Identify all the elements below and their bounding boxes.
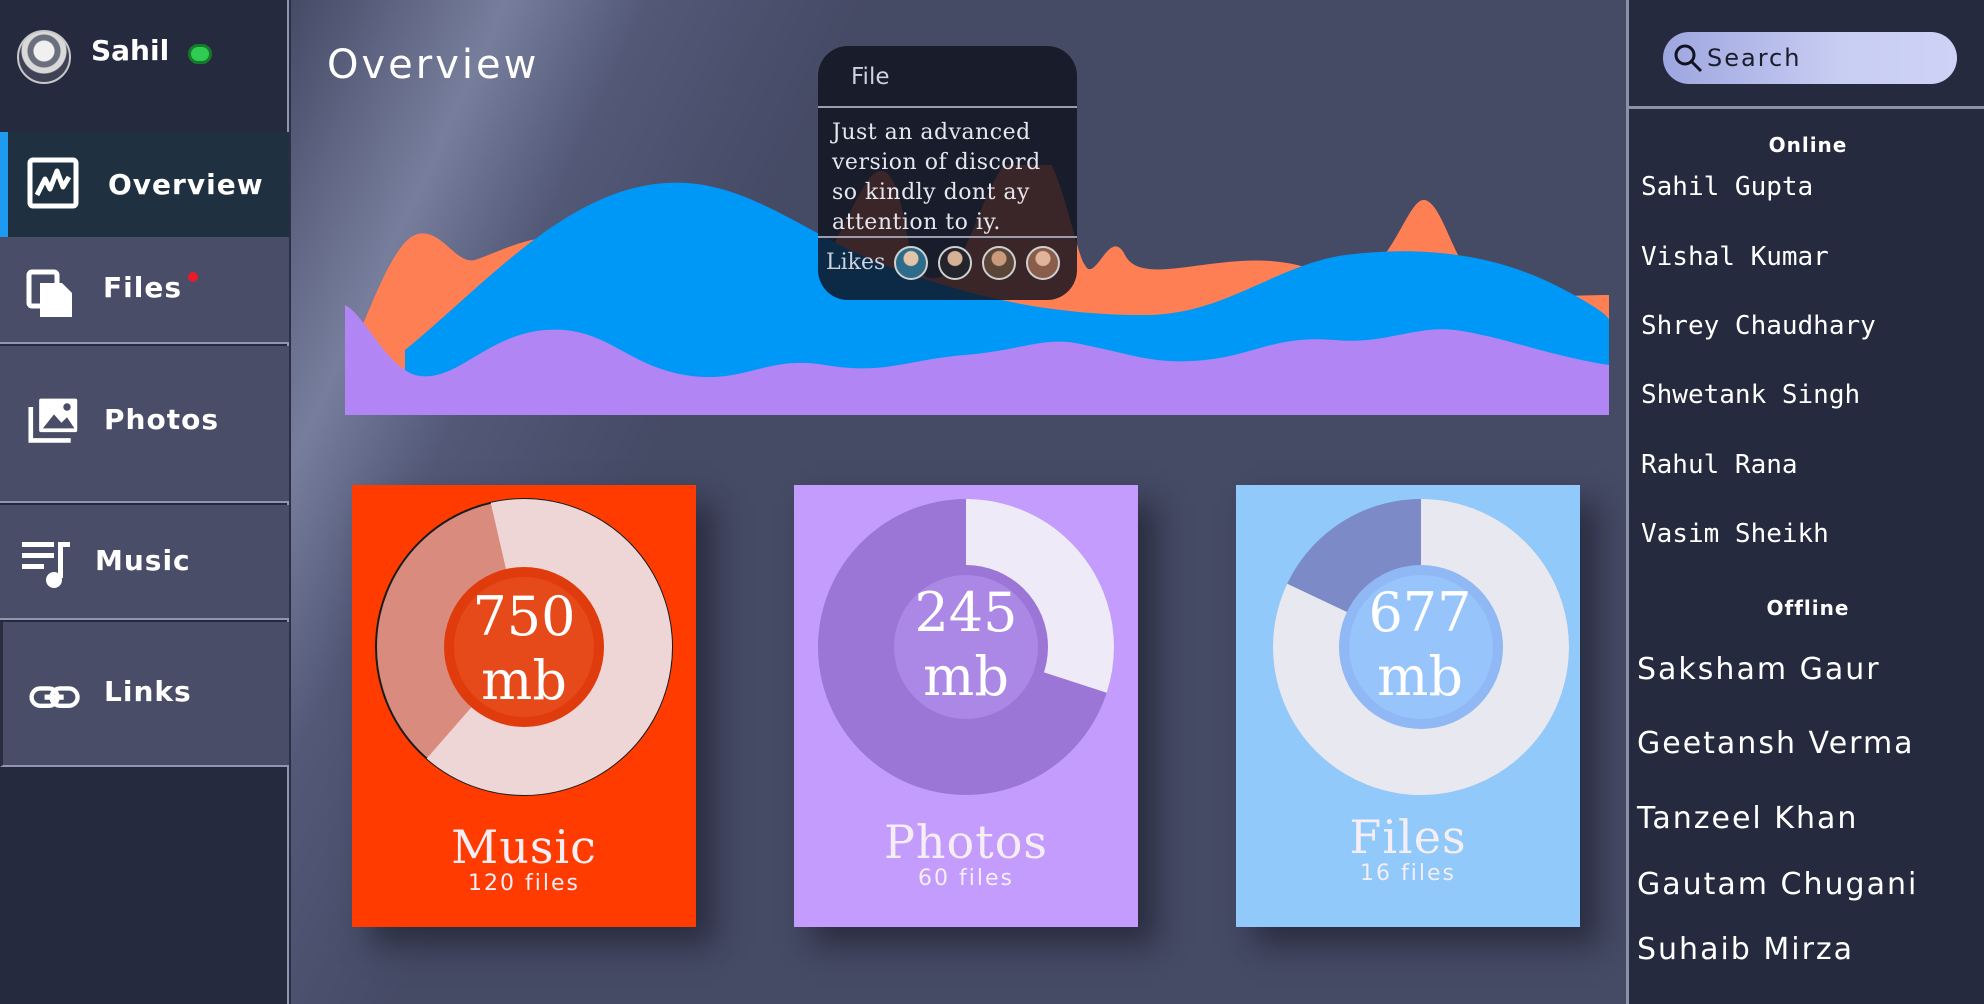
online-user[interactable]: Rahul Rana (1641, 450, 1798, 480)
online-user[interactable]: Vishal Kumar (1641, 242, 1829, 272)
offline-user[interactable]: Saksham Gaur (1637, 652, 1881, 687)
like-avatar[interactable] (894, 246, 928, 280)
search-box[interactable] (1663, 32, 1957, 84)
music-storage-card[interactable]: 750 mb Music 120 files (352, 485, 696, 927)
offline-user[interactable]: Geetansh Verma (1637, 726, 1915, 761)
file-card-title: File (851, 64, 890, 90)
sidebar-item-label: Links (104, 675, 192, 708)
active-indicator (0, 132, 8, 237)
online-user[interactable]: Shrey Chaudhary (1641, 311, 1876, 341)
right-sidebar: Online Sahil Gupta Vishal Kumar Shrey Ch… (1626, 0, 1984, 1004)
files-icon (26, 269, 72, 317)
main-content: Overview File Just an advanced version o… (291, 0, 1626, 1004)
divider (818, 236, 1077, 238)
like-avatar[interactable] (982, 246, 1016, 280)
divider (1629, 106, 1984, 109)
notification-dot (188, 272, 198, 282)
offline-user[interactable]: Suhaib Mirza (1637, 932, 1854, 967)
sidebar-item-label: Photos (104, 403, 219, 436)
storage-unit: mb (1377, 645, 1463, 708)
likes-label: Likes (826, 250, 886, 275)
online-user[interactable]: Shwetank Singh (1641, 380, 1860, 410)
files-storage-card[interactable]: 677 mb Files 16 files (1236, 485, 1580, 927)
sidebar-item-label: Overview (108, 168, 264, 201)
profile-header[interactable]: Sahil (0, 0, 289, 108)
storage-value: 750 (472, 585, 576, 648)
divider (818, 106, 1077, 108)
card-title: Music (451, 820, 597, 874)
sidebar-item-music[interactable]: Music (0, 505, 289, 620)
link-icon (29, 686, 80, 708)
user-avatar[interactable] (17, 30, 71, 84)
online-status-indicator (188, 44, 212, 64)
sidebar-item-label: Files (103, 271, 182, 304)
page-title: Overview (327, 42, 540, 88)
like-avatar[interactable] (938, 246, 972, 280)
file-info-card[interactable]: File Just an advanced version of discord… (818, 46, 1077, 300)
file-card-description: Just an advanced version of discord so k… (832, 120, 1041, 235)
like-avatar[interactable] (1026, 246, 1060, 280)
sidebar-item-files[interactable]: Files (0, 237, 289, 344)
sidebar-item-photos[interactable]: Photos (0, 346, 289, 503)
file-count: 16 files (1360, 861, 1456, 886)
left-sidebar: Sahil Overview Files Photos Music Links (0, 0, 289, 1004)
sidebar-item-overview[interactable]: Overview (0, 132, 289, 237)
photos-icon (28, 398, 78, 443)
storage-unit: mb (481, 649, 567, 712)
search-input[interactable] (1707, 40, 1947, 76)
photos-storage-card[interactable]: 245 mb Photos 60 files (794, 485, 1138, 927)
card-title: Files (1349, 810, 1467, 864)
online-user[interactable]: Vasim Sheikh (1641, 519, 1829, 549)
online-user[interactable]: Sahil Gupta (1641, 172, 1813, 202)
profile-name: Sahil (91, 34, 170, 67)
file-count: 60 files (918, 866, 1014, 891)
offline-user[interactable]: Tanzeel Khan (1637, 801, 1858, 836)
storage-value: 245 (914, 581, 1018, 644)
card-title: Photos (883, 815, 1049, 869)
storage-value: 677 (1368, 581, 1472, 644)
search-icon (1674, 44, 1703, 73)
sidebar-item-links[interactable]: Links (0, 622, 289, 767)
offline-heading: Offline (1766, 596, 1850, 620)
activity-chart-icon (27, 157, 79, 209)
storage-unit: mb (923, 645, 1009, 708)
music-playlist-icon (22, 542, 70, 588)
file-count: 120 files (468, 871, 580, 896)
offline-user[interactable]: Gautam Chugani (1637, 867, 1918, 902)
online-heading: Online (1768, 133, 1848, 157)
sidebar-item-label: Music (95, 544, 191, 577)
